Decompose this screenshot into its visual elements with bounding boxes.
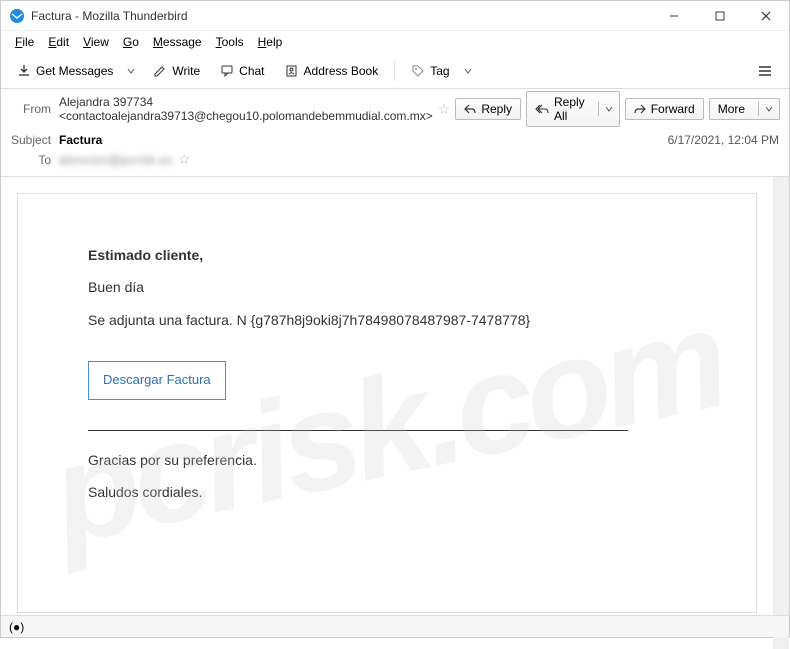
menubar: File Edit View Go Message Tools Help	[1, 31, 789, 53]
maximize-button[interactable]	[697, 1, 743, 31]
address-book-button[interactable]: Address Book	[277, 60, 387, 82]
menu-edit[interactable]: Edit	[42, 33, 75, 51]
tag-dropdown[interactable]	[458, 63, 478, 79]
to-label: To	[11, 153, 59, 167]
forward-icon	[634, 104, 646, 114]
email-content: Estimado cliente, Buen día Se adjunta un…	[17, 193, 757, 613]
pencil-icon	[153, 64, 167, 78]
email-signoff: Saludos cordiales.	[88, 481, 686, 503]
get-messages-button[interactable]: Get Messages	[9, 60, 121, 82]
to-value[interactable]: atencion@pcrisk.es ☆	[59, 151, 779, 168]
window-title: Factura - Mozilla Thunderbird	[31, 9, 651, 23]
address-book-icon	[285, 64, 299, 78]
download-invoice-button[interactable]: Descargar Factura	[88, 361, 226, 400]
download-icon	[17, 64, 31, 78]
reply-all-button[interactable]: Reply All	[526, 91, 620, 127]
reply-icon	[464, 104, 476, 114]
write-button[interactable]: Write	[145, 60, 208, 82]
statusbar: (●)	[1, 615, 789, 637]
divider	[88, 430, 628, 431]
chat-button[interactable]: Chat	[212, 60, 272, 82]
chat-label: Chat	[239, 64, 264, 78]
reply-all-icon	[535, 104, 549, 114]
subject-value: Factura	[59, 133, 668, 147]
to-address: atencion@pcrisk.es	[59, 153, 173, 167]
toolbar-separator	[394, 61, 395, 81]
message-body-pane: pcrisk.com Estimado cliente, Buen día Se…	[1, 177, 789, 649]
tag-button[interactable]: Tag	[403, 60, 457, 82]
email-greeting: Estimado cliente,	[88, 244, 686, 266]
forward-label: Forward	[651, 102, 695, 116]
minimize-button[interactable]	[651, 1, 697, 31]
hamburger-icon	[757, 64, 773, 78]
main-toolbar: Get Messages Write Chat Address Book Tag	[1, 53, 789, 89]
write-label: Write	[172, 64, 200, 78]
thunderbird-icon	[9, 8, 25, 24]
more-button[interactable]: More	[709, 98, 780, 120]
more-label: More	[718, 102, 745, 116]
address-book-label: Address Book	[304, 64, 379, 78]
menu-file[interactable]: File	[9, 33, 40, 51]
tag-label: Tag	[430, 64, 449, 78]
menu-view[interactable]: View	[77, 33, 115, 51]
tag-icon	[411, 64, 425, 78]
menu-message[interactable]: Message	[147, 33, 208, 51]
star-contact-icon[interactable]: ☆	[438, 101, 451, 118]
menu-go[interactable]: Go	[117, 33, 145, 51]
email-line2: Se adjunta una factura. N {g787h8j9oki8j…	[88, 309, 686, 331]
email-thanks: Gracias por su preferencia.	[88, 449, 686, 471]
get-messages-label: Get Messages	[36, 64, 113, 78]
app-menu-button[interactable]	[749, 60, 781, 82]
from-value[interactable]: Alejandra 397734 <contactoalejandra39713…	[59, 95, 450, 123]
get-messages-dropdown[interactable]	[121, 63, 141, 79]
menu-help[interactable]: Help	[252, 33, 289, 51]
scrollbar-thumb[interactable]	[774, 179, 788, 239]
reply-all-dropdown[interactable]	[598, 102, 619, 116]
chat-icon	[220, 64, 234, 78]
reply-label: Reply	[481, 102, 512, 116]
forward-button[interactable]: Forward	[625, 98, 704, 120]
from-address: Alejandra 397734 <contactoalejandra39713…	[59, 95, 433, 123]
subject-label: Subject	[11, 133, 59, 147]
window-titlebar: Factura - Mozilla Thunderbird	[1, 1, 789, 31]
reply-all-label: Reply All	[554, 95, 585, 123]
message-date: 6/17/2021, 12:04 PM	[668, 133, 779, 147]
more-dropdown[interactable]	[758, 102, 779, 116]
menu-tools[interactable]: Tools	[210, 33, 250, 51]
star-recipient-icon[interactable]: ☆	[178, 151, 191, 168]
message-header-pane: From Alejandra 397734 <contactoalejandra…	[1, 89, 789, 177]
online-status-icon[interactable]: (●)	[9, 620, 24, 634]
close-button[interactable]	[743, 1, 789, 31]
email-line1: Buen día	[88, 276, 686, 298]
window-controls	[651, 1, 789, 30]
from-label: From	[11, 102, 59, 116]
reply-button[interactable]: Reply	[455, 98, 521, 120]
